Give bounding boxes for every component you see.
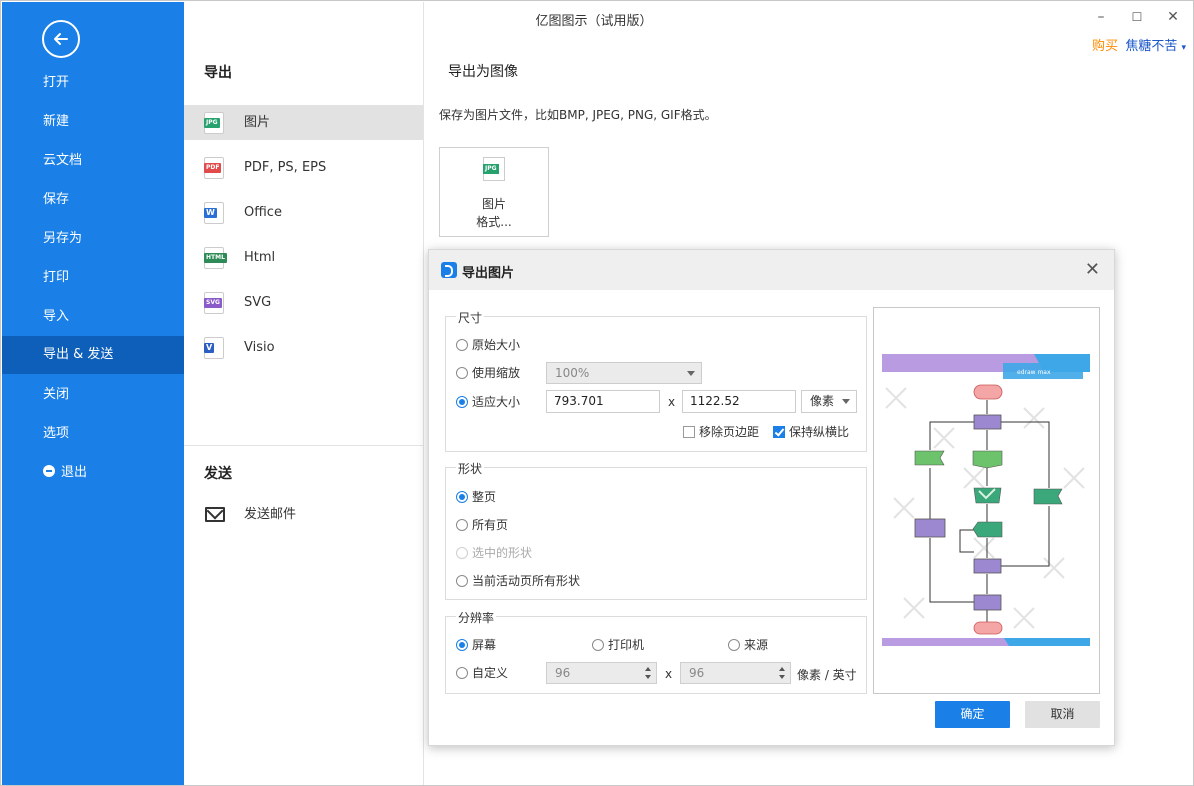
dialog-title: 导出图片 (462, 266, 515, 281)
size-group: 尺寸 原始大小 使用缩放 100% 适应大小 793.701 x 1122.52… (445, 309, 867, 452)
send-section-title: 发送 (204, 466, 232, 482)
radio-screen[interactable]: 屏幕 (456, 636, 496, 653)
sidebar-item-save-as[interactable]: 另存为 (2, 220, 184, 258)
html-file-icon: HTML (204, 247, 227, 269)
width-input[interactable]: 793.701 (546, 390, 660, 413)
spin-up-icon[interactable] (645, 667, 651, 671)
jpg-file-icon: JPG (204, 112, 224, 134)
radio-original-size[interactable]: 原始大小 (456, 336, 520, 353)
divider (184, 445, 423, 446)
times-label: x (665, 667, 673, 681)
chevron-down-icon (842, 399, 850, 404)
minimize-button[interactable]: – (1088, 6, 1114, 28)
radio-current-page-shapes[interactable]: 当前活动页所有形状 (456, 572, 580, 589)
diagram-thumbnail: edraw max (882, 354, 1090, 646)
svg-file-icon: SVG (204, 292, 224, 314)
size-group-label: 尺寸 (456, 309, 485, 326)
mail-icon (205, 507, 225, 522)
sidebar-item-close[interactable]: 关闭 (2, 376, 184, 414)
user-menu[interactable]: 焦糖不苦 ▾ (1125, 35, 1186, 54)
preview-watermark: edraw max (1017, 369, 1051, 376)
format-item-visio[interactable]: V Visio (184, 330, 423, 365)
send-mail-item[interactable]: 发送邮件 (184, 497, 423, 532)
dpi-unit-label: 像素 / 英寸 (797, 668, 857, 682)
radio-source[interactable]: 来源 (728, 636, 768, 653)
zoom-select[interactable]: 100% (546, 362, 702, 384)
export-image-title: 导出为图像 (448, 64, 518, 80)
export-image-description: 保存为图片文件，比如BMP, JPEG, PNG, GIF格式。 (439, 108, 717, 122)
sidebar-item-open[interactable]: 打开 (2, 64, 184, 102)
close-window-button[interactable]: ✕ (1160, 6, 1186, 28)
arrow-left-icon (54, 33, 68, 45)
unit-select[interactable]: 像素 (801, 390, 857, 413)
close-icon[interactable]: ✕ (1085, 259, 1100, 280)
shape-group-label: 形状 (456, 460, 485, 477)
format-item-image[interactable]: JPG 图片 (184, 105, 423, 140)
keep-ratio-checkbox[interactable]: 保持纵横比 (773, 423, 849, 440)
ok-button[interactable]: 确定 (935, 701, 1010, 728)
sidebar-item-cloud[interactable]: 云文档 (2, 142, 184, 180)
edraw-logo-icon (441, 262, 457, 278)
dialog-header: 导出图片 ✕ (429, 250, 1114, 290)
sidebar-item-exit[interactable]: 退出 (2, 454, 184, 492)
radio-all-pages[interactable]: 所有页 (456, 516, 508, 533)
jpg-file-icon: JPG (483, 157, 505, 181)
exit-icon (43, 465, 55, 477)
format-item-svg[interactable]: SVG SVG (184, 285, 423, 320)
height-input[interactable]: 1122.52 (682, 390, 796, 413)
radio-printer[interactable]: 打印机 (592, 636, 644, 653)
radio-fit-size[interactable]: 适应大小 (456, 393, 520, 410)
export-image-dialog: 导出图片 ✕ 尺寸 原始大小 使用缩放 100% 适应大小 793.701 x … (428, 249, 1115, 746)
visio-file-icon: V (204, 337, 224, 359)
radio-whole-page[interactable]: 整页 (456, 488, 496, 505)
dpi-x-spinner[interactable]: 96 (546, 662, 657, 684)
back-button[interactable] (42, 20, 80, 58)
sidebar-item-options[interactable]: 选项 (2, 415, 184, 453)
radio-use-zoom[interactable]: 使用缩放 (456, 364, 520, 381)
spin-down-icon[interactable] (645, 675, 651, 679)
pdf-file-icon: PDF (204, 157, 224, 179)
app-window: 打开 新建 云文档 保存 另存为 打印 导入 导出 & 发送 关闭 选项 退出 … (0, 0, 1194, 786)
spin-up-icon[interactable] (779, 667, 785, 671)
export-section-title: 导出 (204, 65, 232, 81)
dpi-y-spinner[interactable]: 96 (680, 662, 791, 684)
sidebar-item-import[interactable]: 导入 (2, 298, 184, 336)
remove-margin-checkbox[interactable]: 移除页边距 (683, 423, 759, 440)
export-format-panel: 导出 JPG 图片 PDF PDF, PS, EPS W Office HTML… (184, 2, 424, 785)
spin-down-icon[interactable] (779, 675, 785, 679)
format-item-pdf[interactable]: PDF PDF, PS, EPS (184, 150, 423, 185)
shape-group: 形状 整页 所有页 选中的形状 当前活动页所有形状 (445, 460, 867, 600)
backstage-sidebar: 打开 新建 云文档 保存 另存为 打印 导入 导出 & 发送 关闭 选项 退出 (2, 2, 184, 785)
times-label: x (668, 395, 676, 409)
tile-label-line1: 图片 (481, 197, 506, 211)
sidebar-item-new[interactable]: 新建 (2, 103, 184, 141)
resolution-group-label: 分辨率 (456, 609, 497, 626)
maximize-button[interactable]: ☐ (1124, 6, 1150, 28)
export-preview: edraw max (873, 307, 1100, 694)
word-file-icon: W (204, 202, 224, 224)
sidebar-item-print[interactable]: 打印 (2, 259, 184, 297)
buy-link[interactable]: 购买 (1092, 35, 1118, 54)
cancel-button[interactable]: 取消 (1025, 701, 1100, 728)
chevron-down-icon (687, 371, 695, 376)
tile-label-line2: 格式... (476, 215, 512, 229)
radio-selected-shapes[interactable]: 选中的形状 (456, 544, 532, 561)
caret-down-icon: ▾ (1181, 43, 1186, 53)
sidebar-item-save[interactable]: 保存 (2, 181, 184, 219)
image-format-tile[interactable]: JPG 图片 格式... (439, 147, 549, 237)
radio-custom[interactable]: 自定义 (456, 664, 508, 681)
resolution-group: 分辨率 屏幕 打印机 来源 自定义 96 x 96 像素 / 英寸 (445, 609, 867, 694)
format-item-office[interactable]: W Office (184, 195, 423, 230)
format-item-html[interactable]: HTML Html (184, 240, 423, 275)
sidebar-item-export-send[interactable]: 导出 & 发送 (2, 336, 184, 374)
